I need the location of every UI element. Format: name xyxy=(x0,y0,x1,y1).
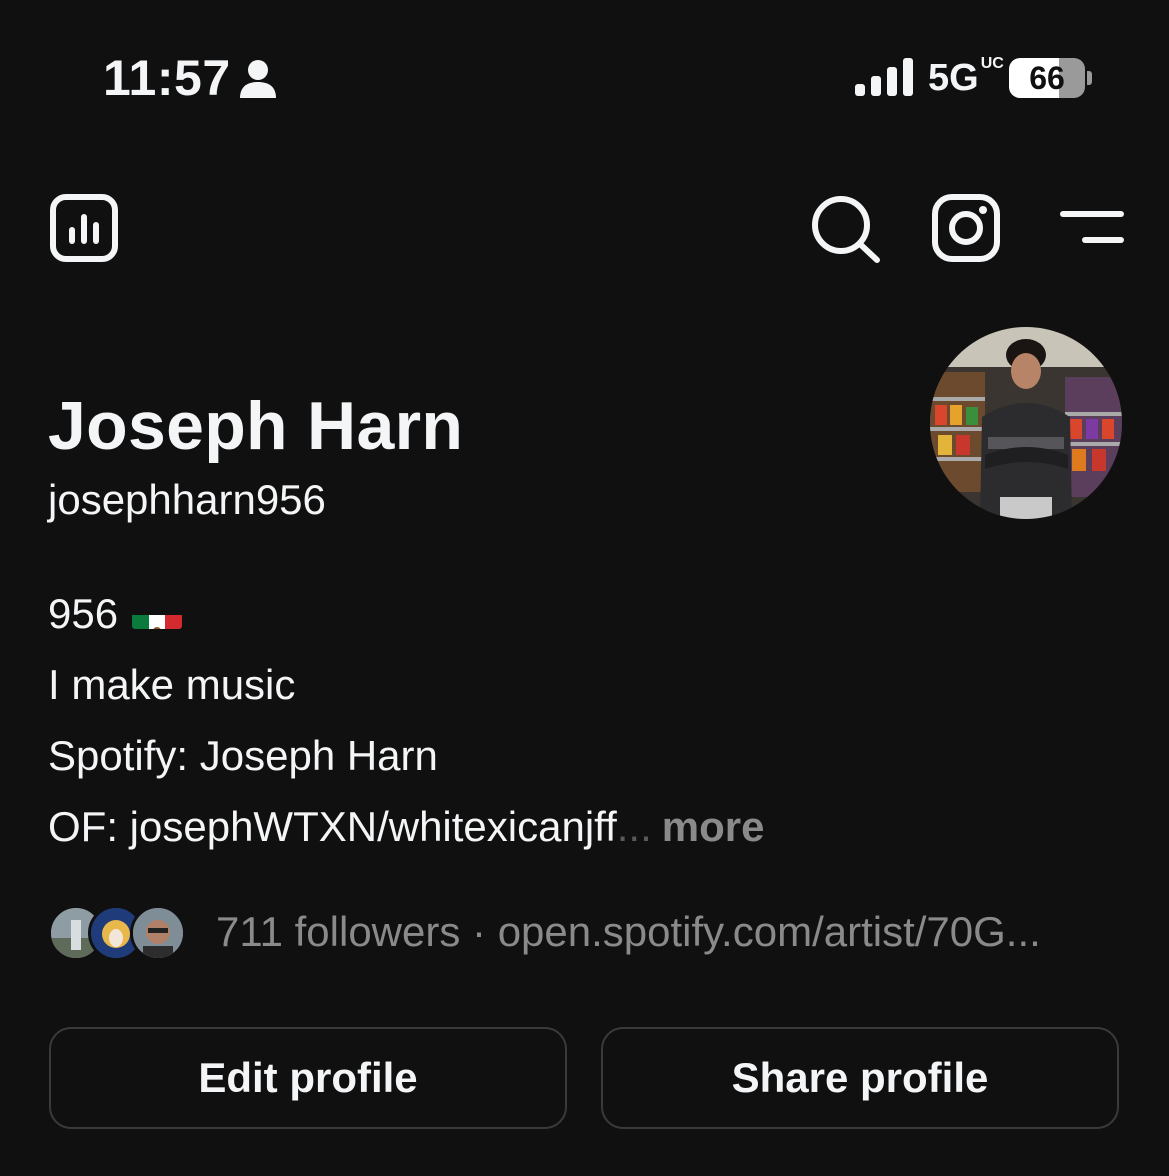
profile-name: Joseph Harn xyxy=(48,388,464,464)
follower-avatars[interactable] xyxy=(48,905,188,961)
profile-bio: 956 I make music Spotify: Joseph Harn OF… xyxy=(48,578,764,862)
person-icon xyxy=(240,60,276,98)
follower-avatar-3 xyxy=(130,905,186,961)
mexico-flag-icon xyxy=(132,597,183,629)
bio-ellipsis: ... xyxy=(616,803,652,850)
battery-icon: 66 xyxy=(1009,58,1085,98)
profile-avatar[interactable] xyxy=(930,327,1122,519)
instagram-icon[interactable] xyxy=(932,194,1000,262)
bio-line-4-text: OF: josephWTXN/whitexicanjff xyxy=(48,803,617,850)
network-label: 5G xyxy=(928,57,979,99)
bio-line-3: Spotify: Joseph Harn xyxy=(48,732,438,779)
avatar-image xyxy=(930,327,1122,519)
followers-line: 711 followers · open.spotify.com/artist/… xyxy=(216,906,1041,958)
network-sup: UC xyxy=(980,55,1004,72)
bio-line-4: OF: josephWTXN/whitexicanjff... more xyxy=(48,791,764,862)
edit-profile-button[interactable]: Edit profile xyxy=(49,1027,567,1129)
search-icon[interactable] xyxy=(810,194,882,264)
bio-more-link[interactable]: more xyxy=(662,803,765,850)
status-time: 11:57 xyxy=(103,50,231,106)
followers-separator: · xyxy=(460,908,498,955)
bio-area-code: 956 xyxy=(48,590,119,637)
share-profile-button[interactable]: Share profile xyxy=(601,1027,1119,1129)
battery-level: 66 xyxy=(1029,60,1065,96)
profile-handle: josephharn956 xyxy=(48,476,326,523)
insights-icon[interactable] xyxy=(50,194,118,262)
bio-line-1: 956 xyxy=(48,578,764,649)
menu-icon[interactable] xyxy=(1060,208,1124,248)
bio-line-2: I make music xyxy=(48,661,296,708)
followers-count[interactable]: 711 followers xyxy=(216,908,460,955)
signal-icon xyxy=(855,58,913,96)
network-indicator: 5G UC xyxy=(928,55,1004,100)
profile-link[interactable]: open.spotify.com/artist/70G... xyxy=(498,908,1041,955)
battery-nub xyxy=(1087,71,1092,85)
